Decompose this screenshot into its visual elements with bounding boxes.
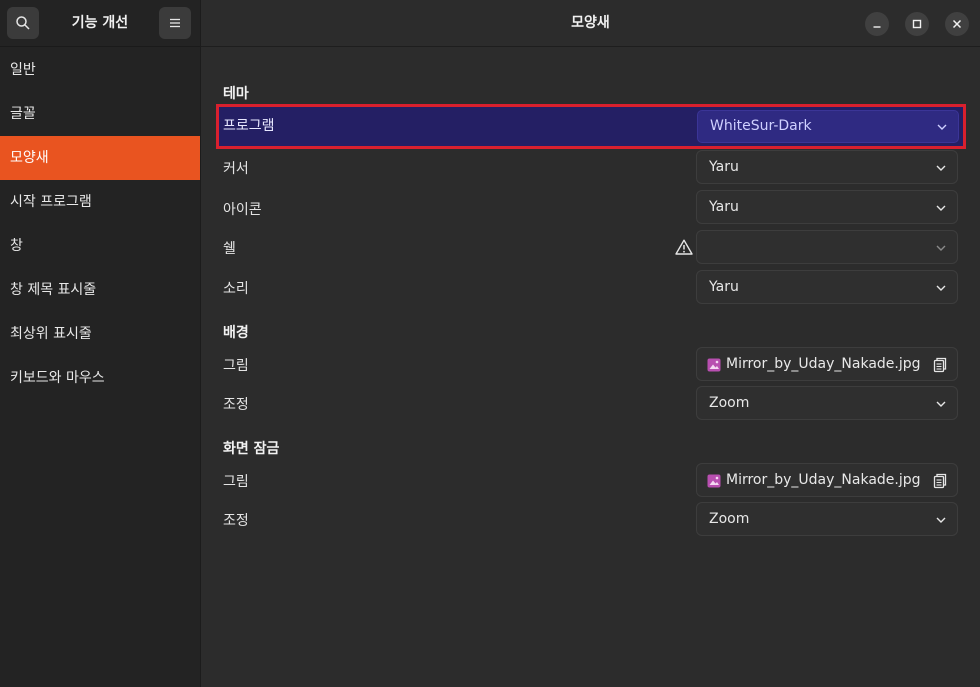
background-adjustment-dropdown[interactable]: Zoom bbox=[696, 386, 958, 420]
close-button[interactable] bbox=[945, 12, 969, 36]
background-image-filename: Mirror_by_Uday_Nakade.jpg bbox=[726, 356, 921, 372]
sound-theme-dropdown[interactable]: Yaru bbox=[696, 270, 958, 304]
main-panel: 모양새 테마 프로그램 WhiteSur-Dark 커서 Yaru 아이콘 Ya… bbox=[201, 0, 980, 687]
menu-button[interactable] bbox=[159, 7, 191, 39]
section-title-theme: 테마 bbox=[223, 86, 249, 102]
search-icon bbox=[16, 16, 30, 30]
sidebar: 기능 개선 일반 글꼴 모양새 시작 프로그램 창 창 제목 표시줄 최상위 표… bbox=[0, 0, 201, 687]
sidebar-header: 기능 개선 bbox=[0, 0, 200, 47]
chevron-down-icon bbox=[936, 205, 946, 211]
shell-theme-dropdown[interactable] bbox=[696, 230, 958, 264]
applications-theme-dropdown[interactable]: WhiteSur-Dark bbox=[697, 110, 959, 143]
icons-theme-value: Yaru bbox=[709, 199, 739, 215]
main-header: 모양새 bbox=[201, 0, 980, 47]
sound-theme-value: Yaru bbox=[709, 279, 739, 295]
chevron-down-icon bbox=[936, 165, 946, 171]
lock-screen-image-chooser[interactable]: Mirror_by_Uday_Nakade.jpg bbox=[696, 463, 958, 497]
cursor-theme-value: Yaru bbox=[709, 159, 739, 175]
document-open-icon bbox=[933, 473, 947, 489]
sidebar-title: 기능 개선 bbox=[71, 15, 129, 31]
applications-theme-label: 프로그램 bbox=[223, 118, 275, 134]
icons-theme-dropdown[interactable]: Yaru bbox=[696, 190, 958, 224]
cursor-theme-label: 커서 bbox=[223, 161, 249, 177]
chevron-down-icon bbox=[937, 124, 947, 130]
sidebar-item-window-titlebars[interactable]: 창 제목 표시줄 bbox=[0, 268, 200, 312]
sidebar-item-keyboard-mouse[interactable]: 키보드와 마우스 bbox=[0, 356, 200, 400]
sidebar-item-top-bar[interactable]: 최상위 표시줄 bbox=[0, 312, 200, 356]
chevron-down-icon bbox=[936, 517, 946, 523]
sidebar-item-appearance[interactable]: 모양새 bbox=[0, 136, 200, 180]
lock-screen-image-label: 그림 bbox=[223, 474, 249, 490]
close-icon bbox=[952, 19, 962, 29]
image-file-icon bbox=[707, 358, 721, 372]
background-adjustment-label: 조정 bbox=[223, 397, 249, 413]
section-title-lock-screen: 화면 잠금 bbox=[223, 441, 280, 457]
lock-screen-adjustment-dropdown[interactable]: Zoom bbox=[696, 502, 958, 536]
chevron-down-icon bbox=[936, 401, 946, 407]
minimize-button[interactable] bbox=[865, 12, 889, 36]
section-title-background: 배경 bbox=[223, 325, 249, 341]
sidebar-list: 일반 글꼴 모양새 시작 프로그램 창 창 제목 표시줄 최상위 표시줄 키보드… bbox=[0, 48, 200, 400]
applications-theme-row-highlighted: 프로그램 WhiteSur-Dark bbox=[216, 104, 966, 149]
minimize-icon bbox=[873, 26, 881, 28]
background-adjustment-value: Zoom bbox=[709, 395, 750, 411]
background-image-chooser[interactable]: Mirror_by_Uday_Nakade.jpg bbox=[696, 347, 958, 381]
shell-theme-label: 쉘 bbox=[223, 241, 236, 257]
chevron-down-icon bbox=[936, 285, 946, 291]
maximize-button[interactable] bbox=[905, 12, 929, 36]
lock-screen-image-filename: Mirror_by_Uday_Nakade.jpg bbox=[726, 472, 921, 488]
background-image-label: 그림 bbox=[223, 358, 249, 374]
maximize-icon bbox=[912, 19, 922, 29]
lock-screen-adjustment-value: Zoom bbox=[709, 511, 750, 527]
sidebar-item-fonts[interactable]: 글꼴 bbox=[0, 92, 200, 136]
hamburger-menu-icon bbox=[170, 18, 180, 28]
image-file-icon bbox=[707, 474, 721, 488]
sidebar-item-windows[interactable]: 창 bbox=[0, 224, 200, 268]
document-open-icon bbox=[933, 357, 947, 373]
sidebar-item-startup-apps[interactable]: 시작 프로그램 bbox=[0, 180, 200, 224]
icons-theme-label: 아이콘 bbox=[223, 202, 262, 218]
chevron-down-icon bbox=[936, 245, 946, 251]
warning-icon bbox=[675, 239, 693, 255]
lock-screen-adjustment-label: 조정 bbox=[223, 513, 249, 529]
applications-theme-value: WhiteSur-Dark bbox=[710, 118, 812, 134]
sidebar-item-general[interactable]: 일반 bbox=[0, 48, 200, 92]
cursor-theme-dropdown[interactable]: Yaru bbox=[696, 150, 958, 184]
search-button[interactable] bbox=[7, 7, 39, 39]
sound-theme-label: 소리 bbox=[223, 281, 249, 297]
page-title: 모양새 bbox=[571, 15, 610, 31]
